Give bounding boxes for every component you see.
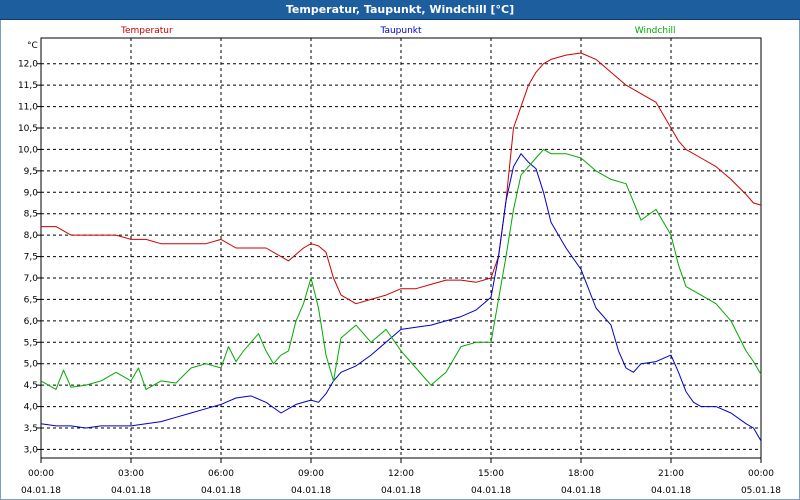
y-tick-label: 11,0 <box>18 103 38 113</box>
y-axis-unit-label: °C <box>27 41 38 51</box>
legend-item-temperatur: Temperatur <box>120 26 173 36</box>
x-tick-time: 12:00 <box>388 469 414 479</box>
y-tick-label: 5,0 <box>24 360 39 370</box>
y-tick-label: 8,0 <box>24 231 39 241</box>
x-tick-date: 04.01.18 <box>111 486 151 496</box>
legend-item-windchill: Windchill <box>635 26 676 36</box>
x-tick-date: 04.01.18 <box>291 486 331 496</box>
x-tick-time: 06:00 <box>208 469 234 479</box>
x-tick-time: 03:00 <box>118 469 144 479</box>
y-tick-label: 6,5 <box>24 295 38 305</box>
x-tick-date: 04.01.18 <box>561 486 601 496</box>
x-tick-time: 15:00 <box>478 469 504 479</box>
x-tick-date: 04.01.18 <box>651 486 691 496</box>
x-tick-time: 00:00 <box>748 469 774 479</box>
y-tick-label: 7,0 <box>24 274 39 284</box>
x-axis: 00:00 04.01.18 03:00 04.01.18 06:00 04.01.18 0… <box>21 458 781 496</box>
x-tick-time: 18:00 <box>568 469 594 479</box>
y-tick-label: 8,5 <box>24 210 38 220</box>
y-tick-label: 3,0 <box>24 445 39 455</box>
y-tick-label: 10,0 <box>18 145 38 155</box>
y-tick-label: 10,5 <box>18 124 38 134</box>
legend-item-taupunkt: Taupunkt <box>379 26 422 36</box>
x-tick-date: 04.01.18 <box>201 486 241 496</box>
y-tick-label: 5,5 <box>24 338 38 348</box>
x-tick-date: 04.01.18 <box>471 486 511 496</box>
x-tick-time: 00:00 <box>28 469 54 479</box>
y-tick-label: 7,5 <box>24 253 38 263</box>
y-tick-label: 4,0 <box>24 403 39 413</box>
y-tick-label: 9,5 <box>24 167 38 177</box>
window-title: Temperatur, Taupunkt, Windchill [°C] <box>0 0 800 20</box>
y-tick-label: 9,0 <box>24 188 39 198</box>
y-tick-label: 3,5 <box>24 424 38 434</box>
y-tick-label: 12,0 <box>18 60 38 70</box>
y-axis: 3,0 3,5 4,0 4,5 5,0 5,5 6,0 6,5 7,0 7,5 8,0 8,5 9,0 9… <box>18 60 41 455</box>
x-tick-date: 05.01.18 <box>741 486 781 496</box>
line-chart: 3,0 3,5 4,0 4,5 5,0 5,5 6,0 6,5 7,0 7,5 8,0 8,5 9,0 9… <box>18 26 781 496</box>
chart-panel: 3,0 3,5 4,0 4,5 5,0 5,5 6,0 6,5 7,0 7,5 8,0 8,5 9,0 9… <box>0 20 800 500</box>
series-line-windchill <box>40 148 762 390</box>
x-tick-date: 04.01.18 <box>381 486 421 496</box>
x-tick-time: 09:00 <box>298 469 324 479</box>
legend: Temperatur Taupunkt Windchill <box>120 26 676 36</box>
y-tick-label: 4,5 <box>24 381 38 391</box>
y-tick-label: 11,5 <box>18 81 38 91</box>
y-tick-label: 6,0 <box>24 317 39 327</box>
x-tick-time: 21:00 <box>658 469 684 479</box>
x-tick-date: 04.01.18 <box>21 486 61 496</box>
